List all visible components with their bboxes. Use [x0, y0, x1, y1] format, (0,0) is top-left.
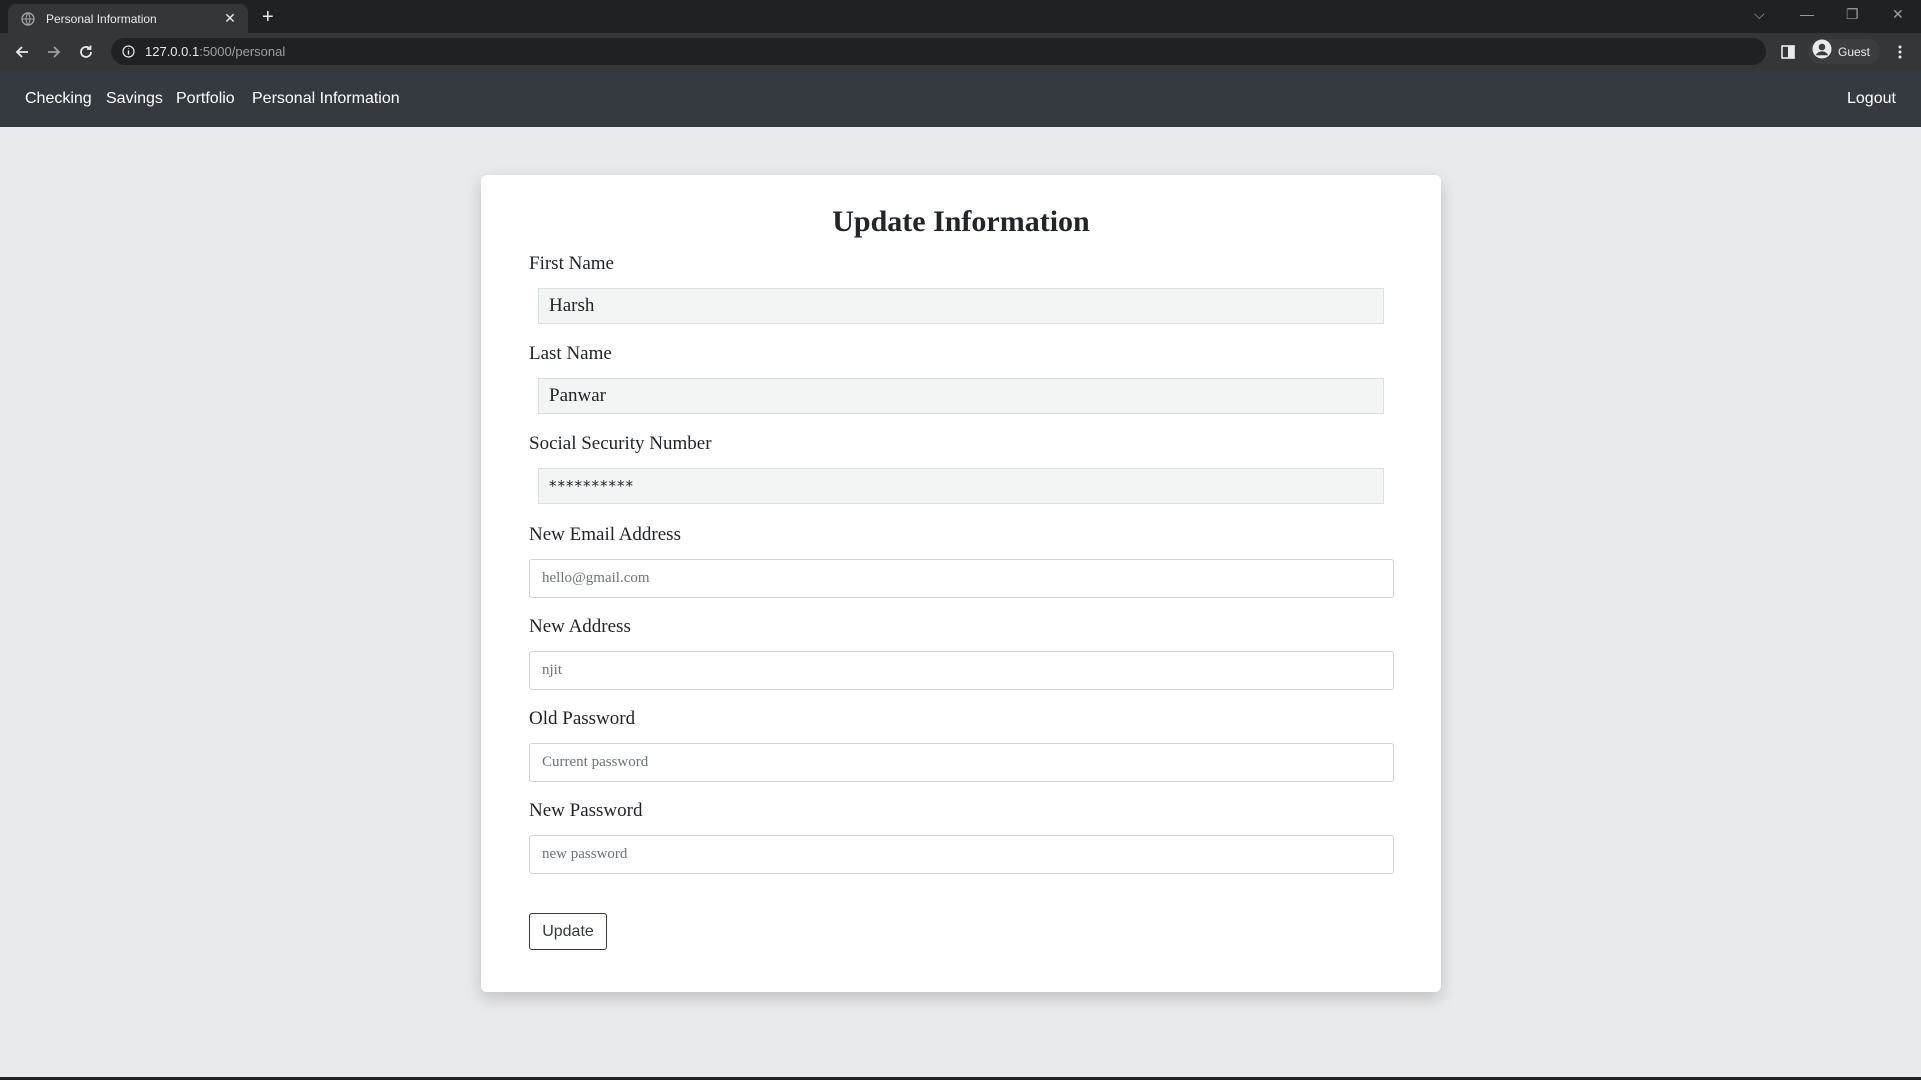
update-information-card: Update Information First Name Harsh Last… — [481, 175, 1441, 992]
browser-menu-icon[interactable] — [1890, 42, 1910, 62]
old-password-label: Old Password — [529, 708, 636, 729]
browser-toolbar: 127.0.0.1:5000/personal Guest — [0, 33, 1921, 70]
nav-link-personal-information[interactable]: Personal Information — [252, 90, 400, 108]
reload-icon[interactable] — [76, 42, 96, 62]
globe-icon — [20, 11, 36, 27]
browser-tab-strip: Personal Information ✕ + ⌵ — ❐ ✕ — [0, 0, 1921, 33]
nav-link-savings[interactable]: Savings — [106, 90, 163, 108]
address-input[interactable] — [529, 651, 1394, 690]
url-host: 127.0.0.1 — [145, 44, 200, 59]
email-label: New Email Address — [529, 524, 681, 545]
forward-icon[interactable] — [44, 42, 64, 62]
site-info-icon[interactable] — [121, 45, 135, 59]
side-panel-icon[interactable] — [1778, 42, 1798, 62]
logout-link[interactable]: Logout — [1847, 90, 1896, 108]
profile-label: Guest — [1838, 44, 1871, 59]
close-window-icon[interactable]: ✕ — [1892, 6, 1904, 23]
ssn-label: Social Security Number — [529, 433, 712, 454]
tab-title: Personal Information — [46, 11, 157, 26]
restore-icon[interactable]: ❐ — [1846, 6, 1859, 23]
address-bar[interactable]: 127.0.0.1:5000/personal — [111, 38, 1766, 65]
avatar-icon — [1812, 39, 1832, 64]
new-password-label: New Password — [529, 800, 643, 821]
page-title: Update Information — [832, 205, 1090, 238]
first-name-label: First Name — [529, 253, 614, 274]
last-name-label: Last Name — [529, 343, 612, 364]
last-name-field: Panwar — [538, 378, 1384, 414]
url-path: :5000/personal — [199, 44, 286, 59]
email-input[interactable] — [529, 559, 1394, 598]
ssn-field: ********** — [538, 468, 1384, 504]
tab-search-icon[interactable]: ⌵ — [1754, 6, 1765, 23]
app-navbar: Checking Savings Portfolio Personal Info… — [0, 70, 1921, 127]
old-password-input[interactable] — [529, 743, 1394, 782]
browser-tab[interactable]: Personal Information ✕ — [8, 4, 248, 33]
nav-link-checking[interactable]: Checking — [25, 90, 92, 108]
profile-button[interactable]: Guest — [1808, 39, 1881, 64]
address-label: New Address — [529, 616, 631, 637]
close-tab-icon[interactable]: ✕ — [222, 10, 238, 27]
minimize-icon[interactable]: — — [1800, 6, 1814, 22]
first-name-field: Harsh — [538, 288, 1384, 324]
update-button[interactable]: Update — [529, 913, 607, 950]
new-password-input[interactable] — [529, 835, 1394, 874]
new-tab-icon[interactable]: + — [262, 7, 274, 27]
back-icon[interactable] — [12, 42, 32, 62]
nav-link-portfolio[interactable]: Portfolio — [176, 90, 235, 108]
